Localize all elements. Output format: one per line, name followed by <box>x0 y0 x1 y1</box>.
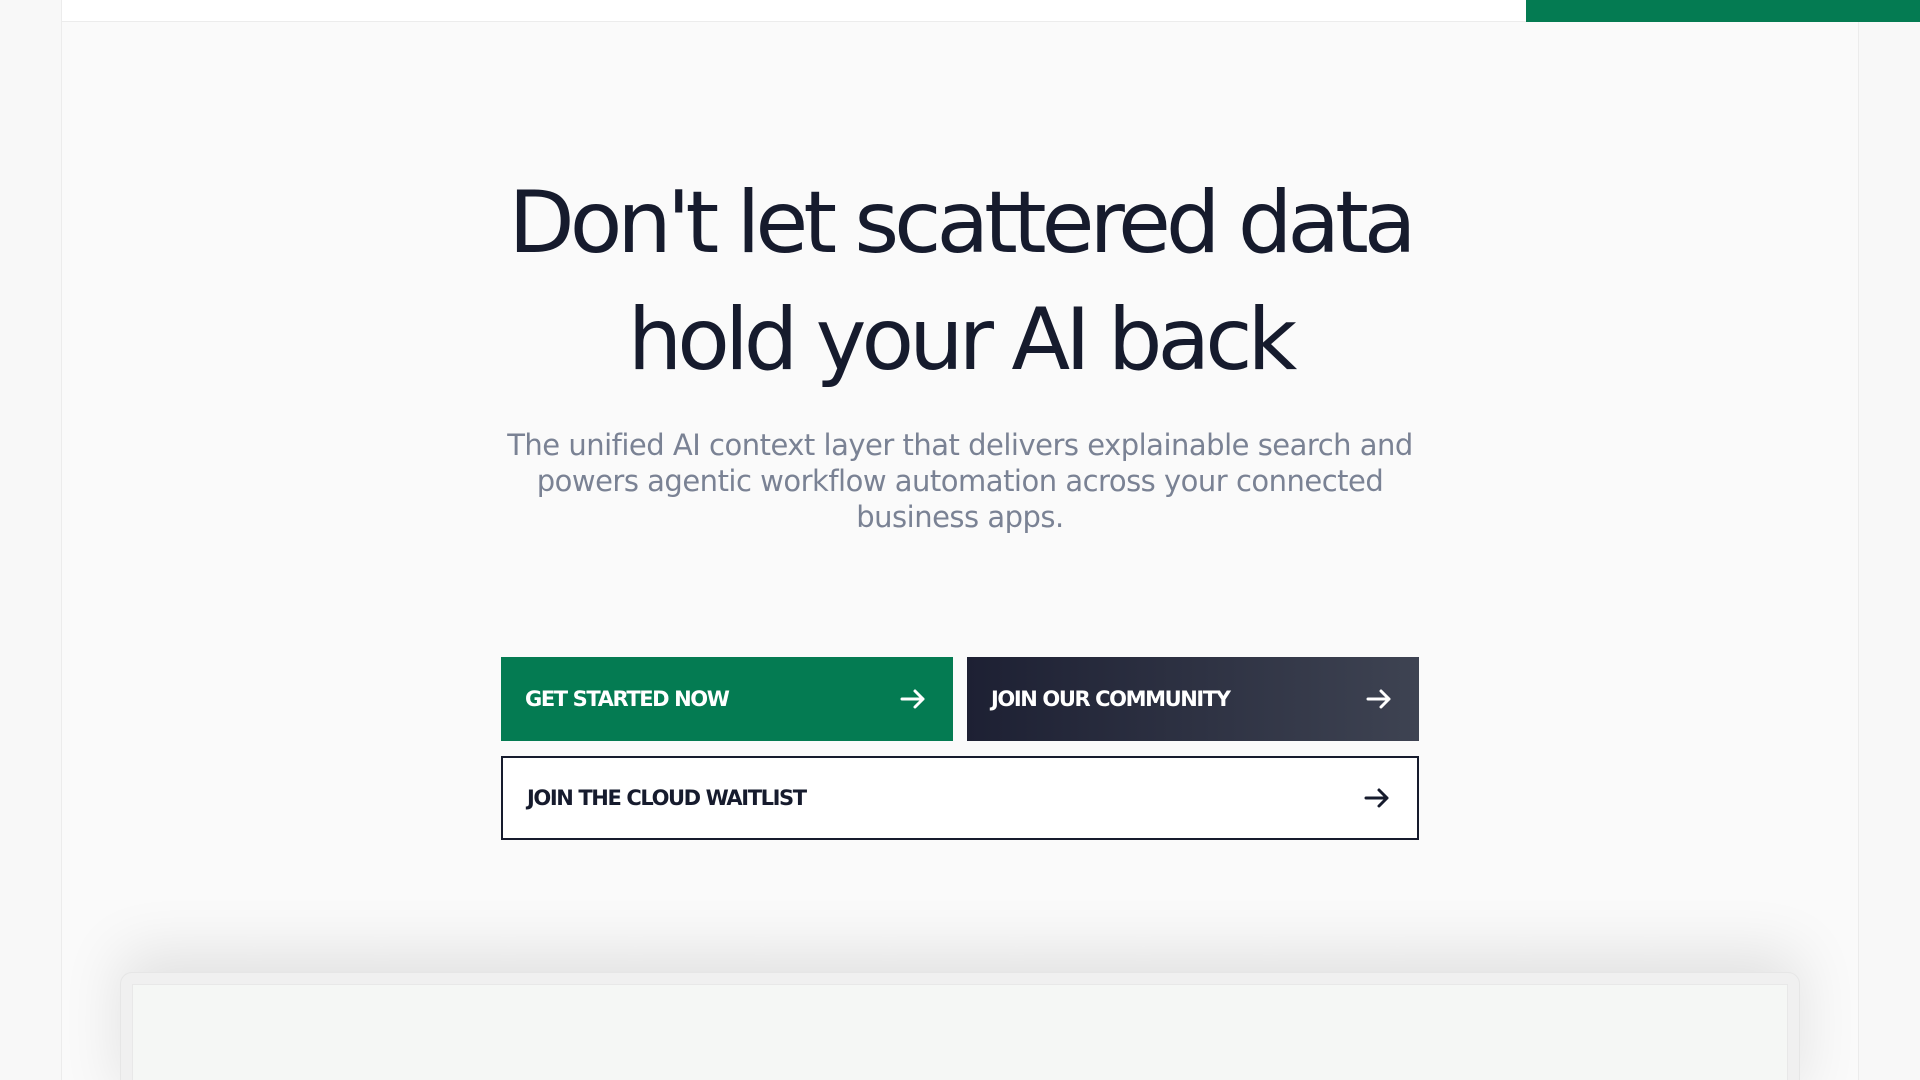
arrow-right-icon <box>1366 689 1391 709</box>
hero-subtitle: The unified AI context layer that delive… <box>507 428 1413 534</box>
join-community-button[interactable]: JOIN OUR COMMUNITY <box>967 657 1419 741</box>
hero-title-line-1: Don't let scattered data <box>508 173 1416 273</box>
main-content-frame <box>61 0 1920 1080</box>
get-started-button[interactable]: GET STARTED NOW <box>501 657 953 741</box>
hero-title-line-2: hold your AI back <box>627 290 1298 390</box>
landing-page: Don't let scattered data hold your AI ba… <box>0 0 1920 1080</box>
product-preview-inner <box>132 984 1788 1080</box>
get-started-label: GET STARTED NOW <box>525 687 730 711</box>
cloud-waitlist-button[interactable]: JOIN THE CLOUD WAITLIST <box>501 756 1419 840</box>
cloud-waitlist-label: JOIN THE CLOUD WAITLIST <box>527 786 807 810</box>
arrow-right-icon <box>900 689 925 709</box>
arrow-right-icon <box>1364 788 1389 808</box>
product-preview-card <box>120 972 1800 1080</box>
hero-title: Don't let scattered data hold your AI ba… <box>360 165 1560 399</box>
join-community-label: JOIN OUR COMMUNITY <box>991 687 1231 711</box>
nav-cta-button-edge[interactable] <box>1526 0 1920 22</box>
